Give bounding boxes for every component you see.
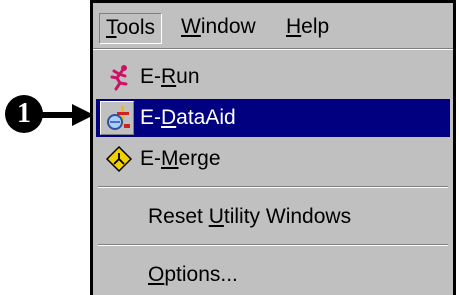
callout-number-badge: 1 (5, 95, 43, 133)
options-mnemonic: O (148, 263, 165, 286)
menu-item-e-merge-label: E-Merge (140, 140, 221, 178)
menu-item-options-label: Options... (148, 256, 238, 294)
e-merge-suffix: erge (178, 147, 221, 170)
menubar-window[interactable]: Window (175, 13, 262, 42)
e-run-mnemonic: R (161, 65, 177, 88)
running-figure-icon (110, 65, 128, 91)
menubar-help-label: elp (301, 15, 330, 38)
e-merge-prefix: E- (140, 147, 161, 170)
e-run-prefix: E- (140, 65, 161, 88)
menu-separator (98, 244, 448, 246)
screenshot-canvas: 1 Tools Window Help E-Run E-DataAid E-Me… (0, 0, 459, 295)
reset-prefix: Reset (148, 205, 209, 228)
merge-diamond-icon (105, 145, 133, 173)
dataaid-icon (107, 106, 130, 130)
menu-item-reset-label: Reset Utility Windows (148, 198, 351, 236)
menu-separator (98, 186, 448, 188)
menubar-help[interactable]: Help (280, 13, 335, 42)
e-dataaid-prefix: E- (140, 106, 161, 129)
menu-item-e-dataaid[interactable]: E-DataAid (96, 99, 450, 137)
menu-bar: Tools Window Help (93, 3, 453, 50)
e-merge-mnemonic: M (161, 147, 179, 170)
reset-mnemonic: U (208, 205, 224, 228)
menubar-tools-mnemonic: T (106, 16, 117, 39)
tools-menu-panel: Tools Window Help E-Run E-DataAid E-Merg… (90, 0, 456, 295)
menubar-tools[interactable]: Tools (99, 13, 163, 44)
callout-arrow-icon (42, 104, 94, 126)
menubar-tools-label: ools (116, 16, 156, 39)
menu-item-e-merge[interactable]: E-Merge (96, 140, 450, 178)
menu-item-reset-utility-windows[interactable]: Reset Utility Windows (96, 198, 450, 236)
reset-suffix: tility Windows (223, 205, 352, 228)
e-dataaid-mnemonic: D (161, 106, 177, 129)
options-suffix: ptions... (164, 263, 238, 286)
menubar-help-mnemonic: H (286, 15, 302, 38)
menu-item-e-run[interactable]: E-Run (96, 58, 450, 96)
menu-item-e-dataaid-label: E-DataAid (140, 99, 236, 137)
menubar-divider (93, 48, 453, 50)
menubar-window-mnemonic: W (181, 15, 201, 38)
menu-item-options[interactable]: Options... (96, 256, 450, 294)
menu-item-e-run-label: E-Run (140, 58, 200, 96)
menubar-window-label: indow (200, 15, 256, 38)
e-run-suffix: un (176, 65, 200, 88)
e-dataaid-suffix: ataAid (176, 106, 236, 129)
